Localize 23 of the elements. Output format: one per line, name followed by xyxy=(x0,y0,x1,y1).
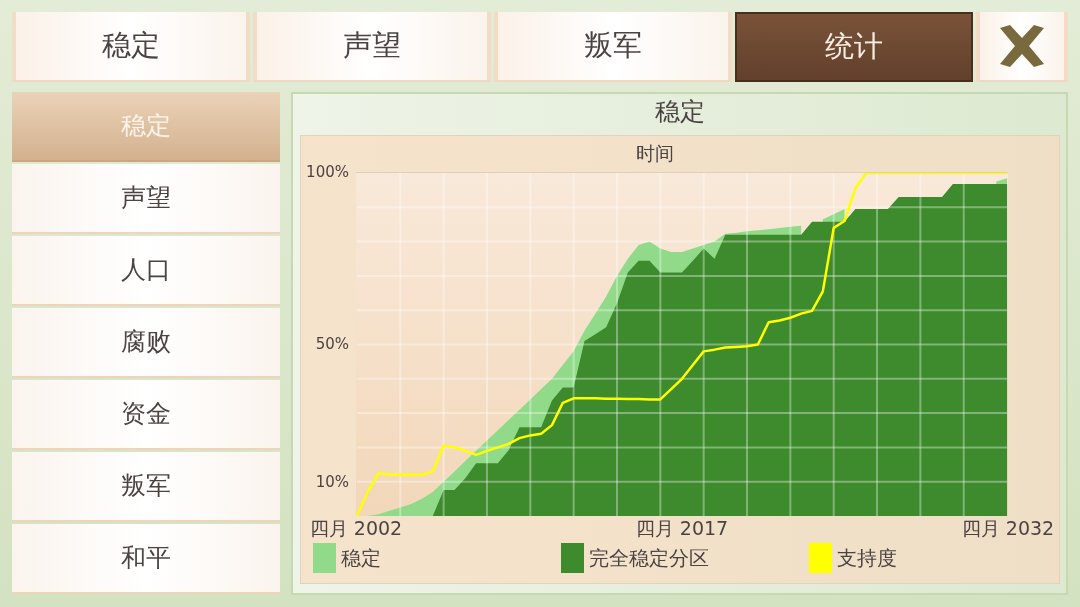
axis-label: 四月 2017 xyxy=(635,516,729,540)
tab[interactable]: 统计 xyxy=(735,12,973,82)
axis-title: 时间 xyxy=(635,143,674,163)
sidebar-item[interactable]: 和平 xyxy=(12,524,280,594)
axis-label: 100% xyxy=(306,163,349,181)
sidebar-item[interactable]: 腐败 xyxy=(12,308,280,378)
legend-label: 完全稳定分区 xyxy=(589,546,709,570)
axis-label: 50% xyxy=(315,335,349,353)
tab[interactable]: 叛军 xyxy=(494,12,732,82)
sidebar-item[interactable]: 资金 xyxy=(12,380,280,450)
axis-label: 10% xyxy=(315,472,349,491)
tab[interactable]: 稳定 xyxy=(12,12,250,82)
tab[interactable]: 声望 xyxy=(253,12,491,82)
panel-title: 稳定 xyxy=(654,96,705,128)
close-button[interactable] xyxy=(976,12,1068,82)
sidebar-item[interactable]: 人口 xyxy=(12,236,280,306)
axis-label: 四月 2002 xyxy=(309,516,403,540)
legend-label: 支持度 xyxy=(837,546,897,570)
close-icon xyxy=(998,25,1046,67)
sidebar-item[interactable]: 声望 xyxy=(12,164,280,234)
sidebar-item[interactable]: 叛军 xyxy=(12,452,280,522)
legend-label: 稳定 xyxy=(341,546,381,570)
axis-label: 四月 2032 xyxy=(961,516,1055,540)
